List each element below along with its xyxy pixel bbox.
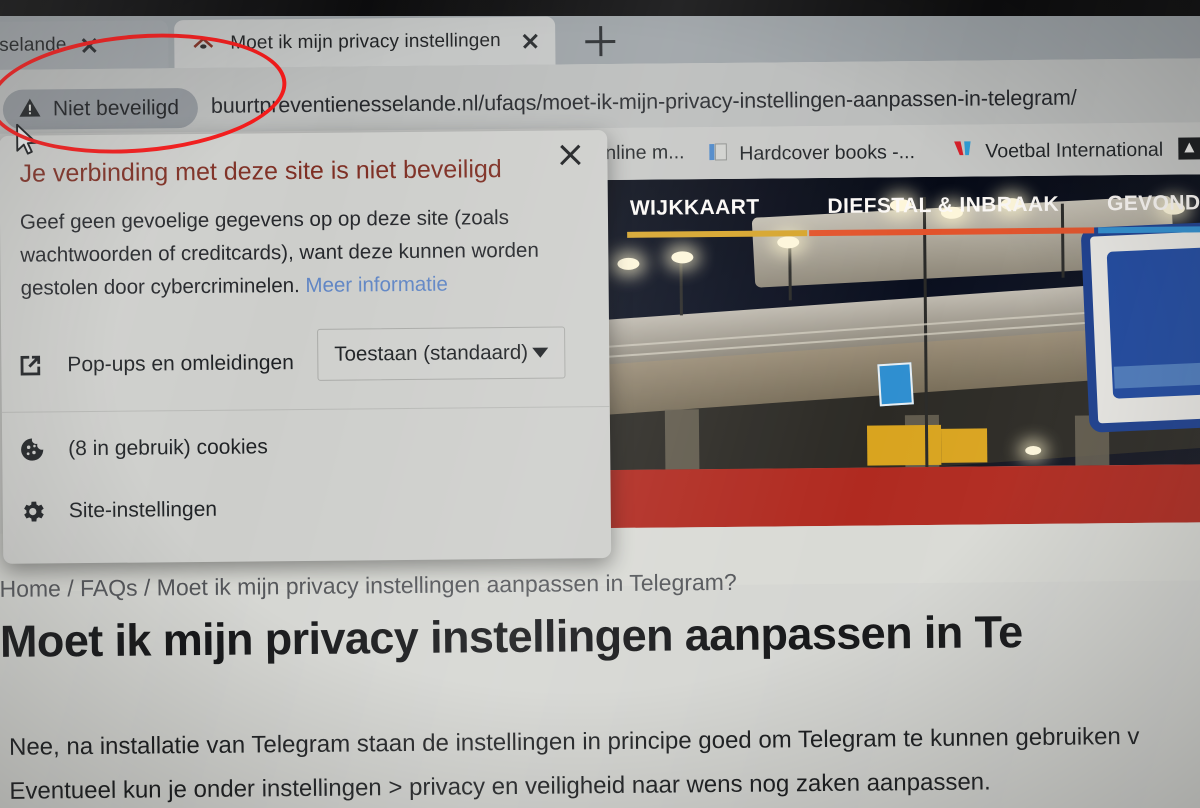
cookies-row[interactable]: (8 in gebruik) cookies — [18, 433, 268, 463]
cookie-icon — [18, 435, 46, 463]
meer-informatie-link[interactable]: Meer informatie — [305, 273, 448, 297]
permission-select[interactable]: Toestaan (standaard) — [317, 326, 566, 381]
road-sign-panel — [1080, 221, 1200, 433]
page-body: Nee, na installatie van Telegram staan d… — [9, 715, 1140, 808]
site-navbar — [605, 464, 1200, 529]
page-title: Moet ik mijn privacy instellingen aanpas… — [0, 606, 1023, 667]
bookmark-item-1[interactable]: Hardcover books -... — [707, 139, 915, 168]
screenshot-root: ws Nesselande Moet ik mijn privacy inste… — [0, 0, 1200, 808]
bookmark-item-2[interactable]: Voetbal International — [951, 137, 1163, 166]
bookmark-item-3[interactable] — [1177, 136, 1200, 165]
browser-tab-0[interactable]: ws Nesselande — [0, 20, 169, 71]
nav-item-gevonden[interactable]: GEVONDEN — [1107, 191, 1200, 216]
site-settings-row[interactable]: Site-instellingen — [19, 496, 218, 526]
nav-item-diefstal-inbraak[interactable]: DIEFSTAL & INBRAAK — [827, 193, 1059, 219]
popup-title: Je verbinding met deze site is niet beve… — [19, 155, 502, 188]
chevron-down-icon — [532, 347, 549, 358]
popup-body: Geef geen gevoelige gegevens op op deze … — [20, 201, 541, 305]
cookies-label: (8 in gebruik) cookies — [68, 435, 268, 461]
permission-label: Pop-ups en omleidingen — [67, 351, 294, 377]
dark-square-icon — [1177, 136, 1200, 165]
security-chip-label: Niet beveiligd — [52, 96, 180, 121]
warning-triangle-icon — [18, 95, 42, 124]
site-information-popup: Je verbinding met deze site is niet beve… — [0, 130, 612, 564]
bookmark-item-0[interactable]: nline m... — [605, 141, 684, 165]
screen-bezel-top — [0, 0, 1200, 16]
site-settings-label: Site-instellingen — [68, 497, 218, 523]
bookmark-label: Hardcover books -... — [739, 141, 916, 165]
bookmark-label: Voetbal International — [985, 138, 1164, 163]
permission-select-value: Toestaan (standaard) — [334, 340, 529, 366]
tab-title: Moet ik mijn privacy instellingen — [230, 30, 501, 54]
close-icon[interactable] — [557, 142, 583, 168]
popup-divider — [1, 406, 610, 413]
nav-underline-gevonden — [1098, 226, 1200, 234]
bookmark-label: nline m... — [605, 141, 685, 165]
gear-icon — [19, 497, 47, 525]
close-icon[interactable] — [78, 34, 100, 56]
house-roof-favicon — [190, 31, 216, 57]
browser-tab-1[interactable]: Moet ik mijn privacy instellingen — [174, 16, 556, 69]
photographed-screen: ws Nesselande Moet ik mijn privacy inste… — [0, 2, 1200, 808]
vi-logo-icon — [951, 139, 975, 166]
close-icon[interactable] — [519, 30, 541, 52]
book-icon — [707, 141, 729, 168]
breadcrumb[interactable]: Home / FAQs / Moet ik mijn privacy inste… — [0, 569, 737, 603]
popup-body-text: Geef geen gevoelige gegevens op op deze … — [19, 206, 539, 300]
open-in-new-icon — [17, 352, 43, 378]
new-tab-button[interactable] — [585, 26, 615, 56]
nav-item-wijkkaart[interactable]: WIJKKAART — [630, 196, 760, 221]
mouse-pointer-icon — [15, 123, 41, 157]
tab-title: ws Nesselande — [0, 34, 67, 57]
